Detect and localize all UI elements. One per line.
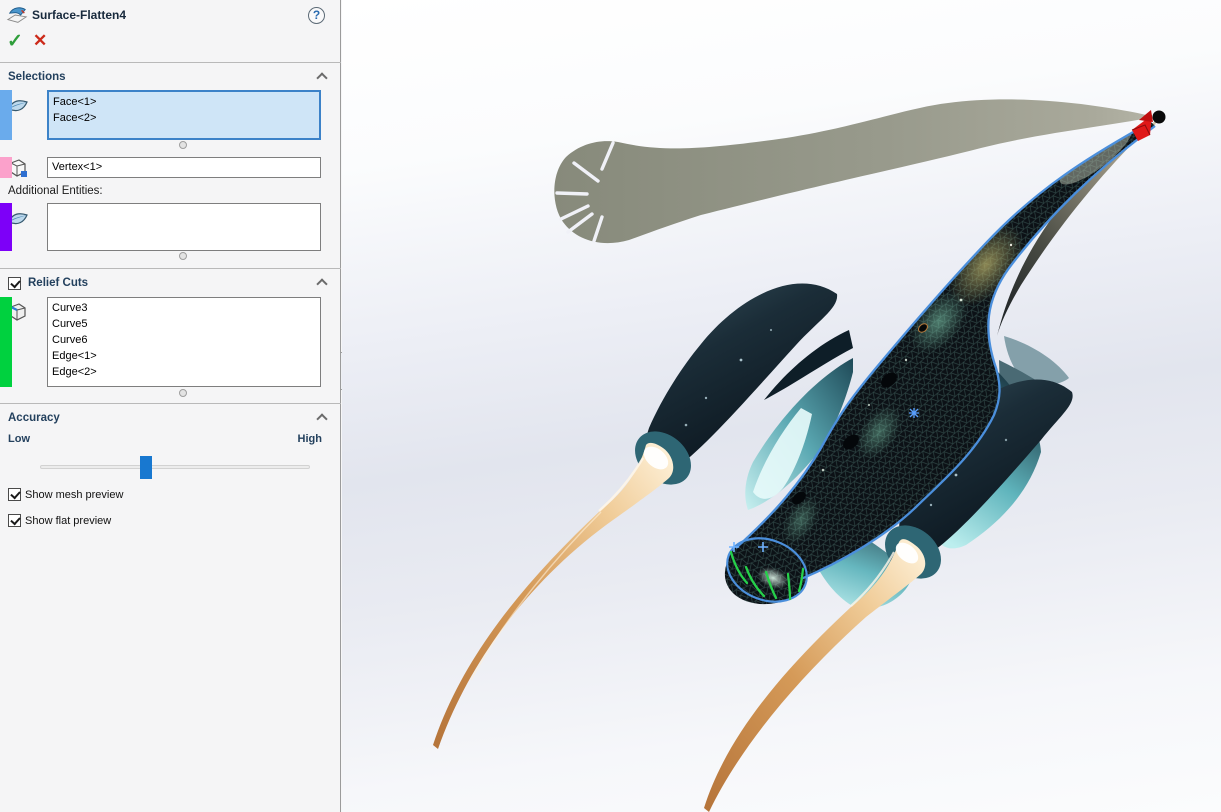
panel-title: Surface-Flatten4 (32, 8, 126, 22)
accuracy-high-label: High (298, 433, 322, 445)
faces-selection-list[interactable]: Face<1> Face<2> (47, 90, 321, 140)
list-item[interactable]: Edge<1> (52, 348, 316, 364)
list-item[interactable]: Curve6 (52, 332, 316, 348)
chevron-up-icon[interactable] (316, 72, 327, 83)
relief-cuts-checkbox[interactable] (8, 277, 21, 290)
list-item[interactable]: Edge<2> (52, 364, 316, 380)
list-item[interactable]: Curve3 (52, 300, 316, 316)
vertex-swatch (0, 157, 12, 178)
face-swatch (0, 90, 12, 140)
relief-cuts-list[interactable]: Curve3 Curve5 Curve6 Edge<1> Edge<2> (47, 297, 321, 387)
surface-flatten-icon (6, 4, 28, 26)
cancel-button[interactable]: ✕ (33, 31, 47, 51)
relief-cuts-header[interactable]: Relief Cuts (28, 277, 88, 289)
list-item[interactable]: Face<2> (53, 110, 315, 126)
additional-entities-list[interactable] (47, 203, 321, 251)
show-mesh-preview-checkbox[interactable] (8, 488, 21, 501)
additional-swatch (0, 203, 12, 251)
accuracy-low-label: Low (8, 433, 30, 445)
list-item[interactable]: Vertex<1> (52, 160, 316, 175)
resize-grip[interactable] (179, 252, 187, 260)
show-flat-preview-label: Show flat preview (25, 515, 111, 527)
selections-header[interactable]: Selections (8, 71, 66, 83)
selected-vertex-point[interactable] (1153, 111, 1166, 124)
help-icon[interactable]: ? (308, 7, 325, 24)
accuracy-header[interactable]: Accuracy (8, 412, 60, 424)
list-item[interactable]: Face<1> (53, 94, 315, 110)
additional-entities-label: Additional Entities: (8, 185, 103, 197)
divider (0, 403, 341, 404)
show-mesh-preview-label: Show mesh preview (25, 489, 123, 501)
model-scene (342, 0, 1221, 812)
graphics-viewport[interactable] (342, 0, 1221, 812)
divider (0, 268, 341, 269)
show-flat-preview-checkbox[interactable] (8, 514, 21, 527)
relief-swatch (0, 297, 12, 387)
list-item[interactable]: Curve5 (52, 316, 316, 332)
chevron-up-icon[interactable] (316, 413, 327, 424)
chevron-up-icon[interactable] (316, 278, 327, 289)
accuracy-slider-track[interactable] (40, 465, 310, 469)
resize-grip[interactable] (179, 141, 187, 149)
divider (0, 62, 341, 63)
resize-grip[interactable] (179, 389, 187, 397)
accuracy-slider-handle[interactable] (140, 456, 152, 479)
panel-header: Surface-Flatten4 ? (0, 0, 340, 28)
vertex-selection-box[interactable]: Vertex<1> (47, 157, 321, 178)
ok-button[interactable]: ✓ (7, 30, 23, 53)
property-manager-panel: Surface-Flatten4 ? ✓ ✕ Selections Face<1… (0, 0, 341, 812)
left-engine-spike[interactable] (433, 443, 673, 749)
